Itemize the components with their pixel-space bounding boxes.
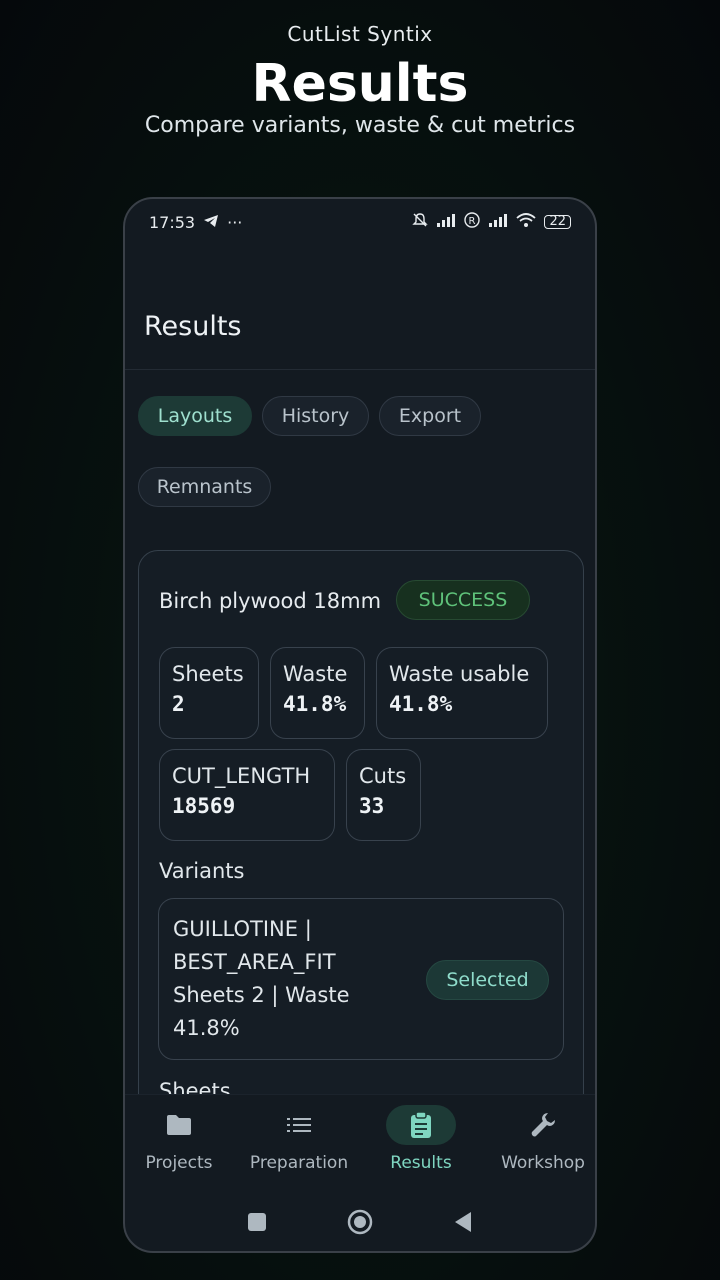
selected-badge: Selected xyxy=(426,960,549,1000)
variant-line: 41.8% xyxy=(173,1016,240,1040)
variant-item[interactable]: GUILLOTINE | BEST_AREA_FIT Sheets 2 | Wa… xyxy=(158,898,564,1060)
metric-cut-length: CUT_LENGTH 18569 xyxy=(159,749,335,841)
variant-line: Sheets 2 | Waste xyxy=(173,983,350,1007)
phone-frame: 17:53 ··· R 22 Results Layouts History E… xyxy=(123,197,597,1253)
metric-waste-usable: Waste usable 41.8% xyxy=(376,647,548,739)
folder-icon xyxy=(144,1105,214,1145)
variant-description: GUILLOTINE | BEST_AREA_FIT Sheets 2 | Wa… xyxy=(173,913,413,1045)
nav-results[interactable]: Results xyxy=(362,1105,480,1173)
hero-subtitle: Compare variants, waste & cut metrics xyxy=(144,113,576,138)
status-badge: SUCCESS xyxy=(396,580,530,620)
system-nav-bar xyxy=(125,1199,595,1249)
signal-icon-2 xyxy=(488,213,508,231)
mute-icon xyxy=(412,212,429,232)
recents-button[interactable] xyxy=(247,1212,267,1236)
tab-export[interactable]: Export xyxy=(379,396,481,436)
status-bar: 17:53 ··· R 22 xyxy=(125,199,595,245)
metric-value: 41.8% xyxy=(283,692,347,716)
metric-label: CUT_LENGTH xyxy=(172,764,311,788)
tab-layouts[interactable]: Layouts xyxy=(138,396,252,436)
wifi-icon xyxy=(516,213,537,231)
list-icon xyxy=(264,1105,334,1145)
nav-preparation[interactable]: Preparation xyxy=(240,1105,358,1173)
registered-icon: R xyxy=(464,212,481,232)
battery-icon: 22 xyxy=(544,215,571,229)
metric-label: Cuts xyxy=(359,764,407,788)
status-time: 17:53 xyxy=(149,212,196,232)
hero-brand: CutList Syntix xyxy=(287,22,433,46)
page-title: Results xyxy=(144,311,242,342)
metric-label: Waste usable xyxy=(389,662,530,686)
clipboard-icon xyxy=(386,1105,456,1145)
wrench-icon xyxy=(508,1105,578,1145)
material-name: Birch plywood 18mm xyxy=(159,589,382,613)
nav-label: Projects xyxy=(145,1153,213,1173)
back-button[interactable] xyxy=(453,1211,473,1237)
nav-projects[interactable]: Projects xyxy=(125,1105,238,1173)
nav-label: Workshop xyxy=(501,1153,585,1173)
signal-icon xyxy=(436,213,456,231)
more-icon: ··· xyxy=(227,212,243,232)
metric-sheets: Sheets 2 xyxy=(159,647,259,739)
divider xyxy=(125,369,595,370)
metric-value: 2 xyxy=(172,692,185,716)
metric-label: Waste xyxy=(283,662,348,686)
nav-label: Preparation xyxy=(249,1153,349,1173)
metric-label: Sheets xyxy=(172,662,244,686)
metric-value: 33 xyxy=(359,794,385,818)
result-card: Birch plywood 18mm SUCCESS Sheets 2 Wast… xyxy=(138,550,584,1150)
variant-line: GUILLOTINE | xyxy=(173,917,312,941)
telegram-icon xyxy=(203,213,219,232)
variant-line: BEST_AREA_FIT xyxy=(173,950,336,974)
metric-value: 41.8% xyxy=(389,692,453,716)
tab-remnants[interactable]: Remnants xyxy=(138,467,271,507)
hero-title: Results xyxy=(251,54,469,114)
metric-value: 18569 xyxy=(172,794,236,818)
tab-history[interactable]: History xyxy=(262,396,369,436)
nav-label: Results xyxy=(390,1153,452,1173)
metric-waste: Waste 41.8% xyxy=(270,647,365,739)
metric-cuts: Cuts 33 xyxy=(346,749,421,841)
variants-heading: Variants xyxy=(159,859,245,883)
home-button[interactable] xyxy=(347,1209,373,1239)
svg-text:R: R xyxy=(469,216,476,227)
nav-workshop[interactable]: Workshop xyxy=(484,1105,595,1173)
bottom-nav: Projects Preparation Results Workshop xyxy=(125,1094,595,1194)
